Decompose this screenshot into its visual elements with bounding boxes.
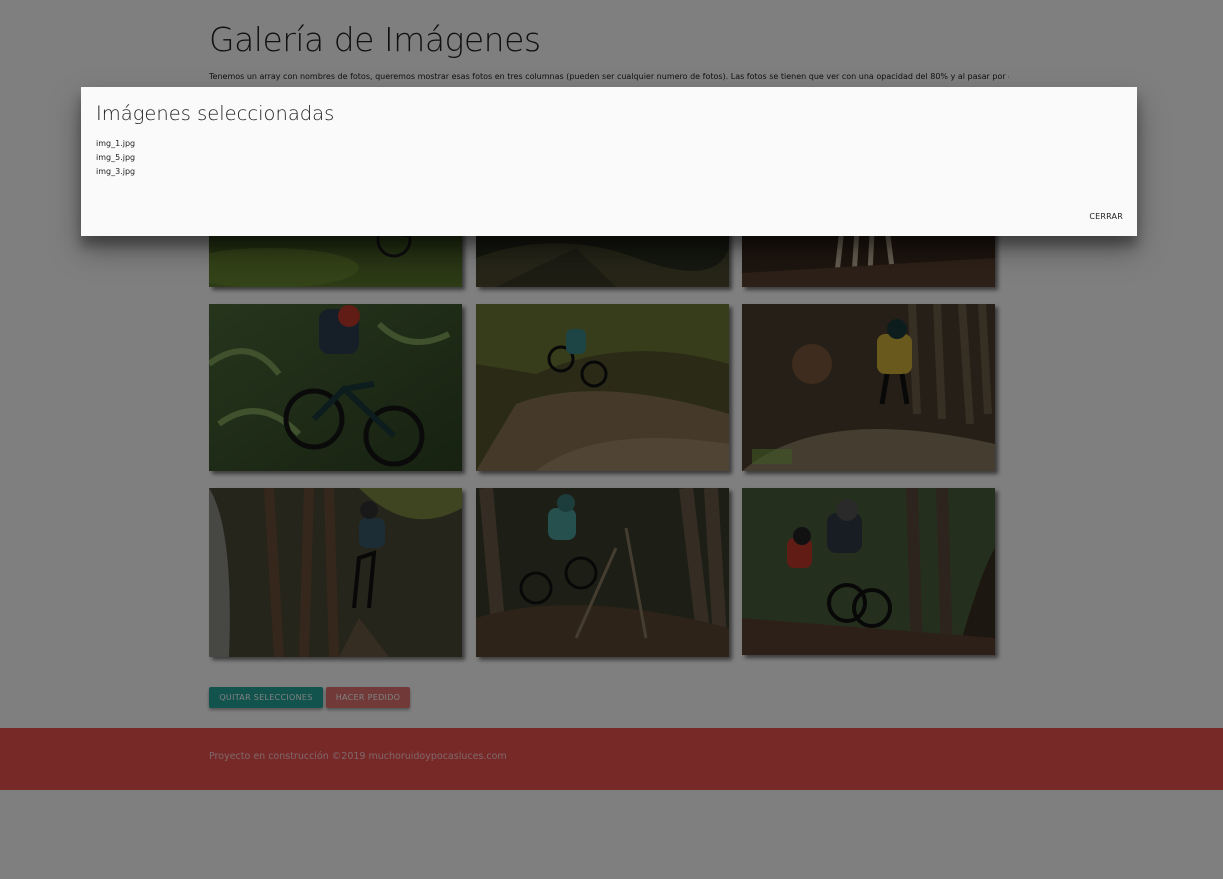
close-modal-button[interactable]: CERRAR bbox=[1089, 212, 1123, 221]
page: Galería de Imágenes Tenemos un array con… bbox=[0, 0, 1223, 879]
selected-image-item: img_5.jpg bbox=[96, 153, 136, 162]
selected-image-item: img_3.jpg bbox=[96, 167, 136, 176]
selected-image-item: img_1.jpg bbox=[96, 139, 136, 148]
selected-images-list: img_1.jpg img_5.jpg img_3.jpg bbox=[96, 137, 135, 179]
modal-title: Imágenes seleccionadas bbox=[96, 102, 335, 125]
selected-images-modal: Imágenes seleccionadas img_1.jpg img_5.j… bbox=[81, 87, 1137, 236]
